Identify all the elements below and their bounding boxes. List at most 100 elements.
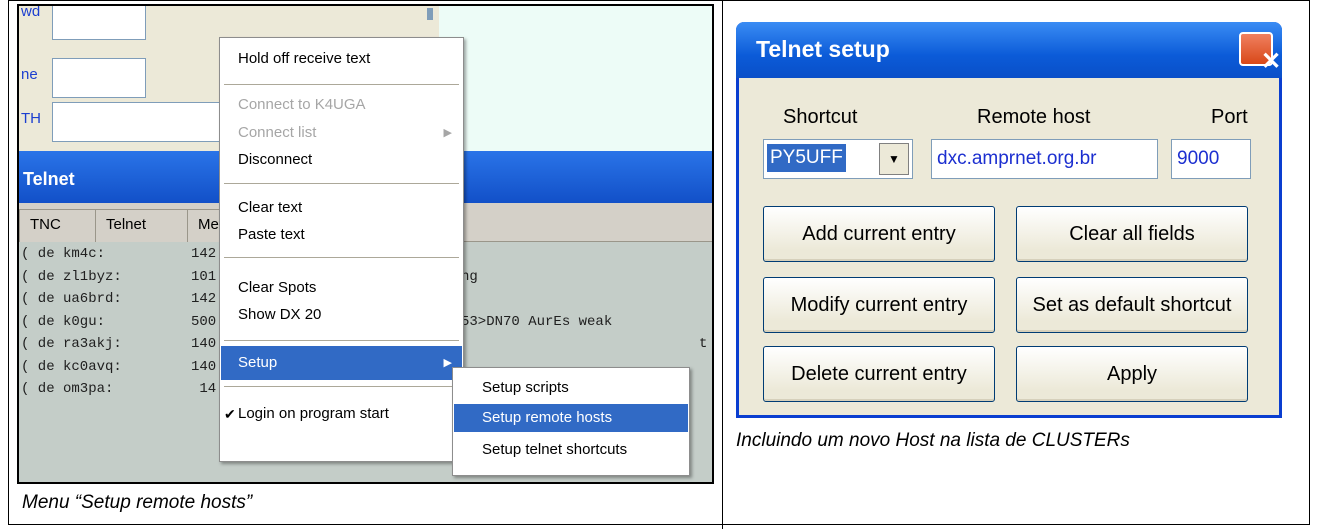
menu-item-label: Clear text — [238, 199, 303, 216]
submenu-item-label: Setup scripts — [482, 379, 569, 396]
field-name[interactable] — [52, 58, 146, 98]
terminal-row: ( de ra3akj: 140 — [21, 336, 216, 356]
shortcut-value: PY5UFF — [767, 144, 846, 172]
terminal-row: ( de ua6brd: 142 — [21, 291, 216, 311]
tab-more-label: Me — [198, 216, 219, 233]
apply-label: Apply — [1106, 363, 1158, 385]
chevron-down-icon: ▼ — [888, 152, 900, 166]
form-label-wd: wd — [21, 4, 41, 20]
submenu-item-scripts[interactable]: Setup scripts — [454, 374, 688, 402]
menu-item-label: Login on program start — [238, 405, 389, 422]
menu-separator — [224, 386, 459, 387]
spot-call: ( de om3pa: — [21, 381, 114, 397]
spot-freq: 142 — [191, 291, 217, 307]
port-field[interactable]: 9000 — [1171, 139, 1251, 179]
menu-item-clear-text[interactable]: Clear text — [221, 195, 462, 221]
submenu-arrow-icon: ▶ — [443, 357, 452, 369]
scroll-marker — [427, 8, 433, 20]
menu-item-label: Connect to K4UGA — [238, 96, 366, 113]
menu-separator — [224, 84, 459, 85]
menu-item-label: Disconnect — [238, 151, 313, 168]
apply-button[interactable]: Apply — [1016, 346, 1248, 402]
spot-freq: 14 — [191, 381, 217, 397]
spot-freq: 500 — [191, 314, 217, 330]
panel-divider — [722, 0, 723, 529]
menu-item-login[interactable]: ✔ Login on program start — [221, 401, 462, 427]
clear-fields-label: Clear all fields — [1069, 223, 1195, 245]
tab-tnc[interactable]: TNC — [19, 209, 96, 242]
terminal-row: ( de zl1byz: 101 ng — [21, 269, 478, 289]
spot-freq: 140 — [191, 359, 217, 375]
tab-tnc-label: TNC — [30, 216, 61, 233]
spot-freq: 142 — [191, 246, 217, 262]
menu-item-clear-spots[interactable]: Clear Spots — [221, 275, 462, 301]
spot-freq: 101 — [191, 269, 217, 285]
menu-item-show-dx[interactable]: Show DX 20 — [221, 302, 462, 328]
spot-call: ( de km4c: — [21, 246, 106, 262]
spot-freq: 140 — [191, 336, 217, 352]
field-qth[interactable] — [52, 102, 224, 142]
submenu-item-telnet-shortcuts[interactable]: Setup telnet shortcuts — [454, 436, 688, 464]
submenu-item-label: Setup telnet shortcuts — [482, 441, 628, 458]
menu-item-disconnect[interactable]: Disconnect — [221, 147, 462, 173]
port-label: Port — [1211, 106, 1248, 128]
form-label-qth: TH — [21, 110, 41, 127]
delete-entry-button[interactable]: Delete current entry — [763, 346, 995, 402]
menu-separator — [224, 183, 459, 184]
terminal-row: ( de kc0avq: 140 — [21, 359, 216, 379]
left-caption: Menu “Setup remote hosts” — [22, 492, 253, 513]
remote-host-field[interactable]: dxc.amprnet.org.br — [931, 139, 1158, 179]
setup-submenu: Setup scripts Setup remote hosts Setup t… — [452, 367, 690, 476]
remote-host-value: dxc.amprnet.org.br — [937, 148, 1097, 169]
terminal-row: ( de km4c: 142 — [21, 246, 216, 266]
port-value: 9000 — [1177, 148, 1220, 169]
clear-fields-button[interactable]: Clear all fields — [1016, 206, 1248, 262]
tab-telnet[interactable]: Telnet — [95, 209, 190, 242]
menu-item-label: Setup — [238, 354, 278, 371]
menu-item-label: Connect list — [238, 124, 317, 141]
notes-area[interactable] — [439, 6, 712, 151]
menu-item-setup[interactable]: Setup ▶ — [221, 346, 462, 380]
telnet-title: Telnet — [23, 169, 75, 189]
terminal-row: ( de k0gu: 500 53>DN70 AurEs weak — [21, 314, 612, 334]
submenu-item-label: Setup remote hosts — [482, 409, 613, 426]
field-wd[interactable] — [52, 6, 146, 40]
shortcut-combobox[interactable]: PY5UFF ▼ — [763, 139, 913, 179]
close-button[interactable]: ✕ — [1239, 32, 1281, 75]
spot-call: ( de ua6brd: — [21, 291, 122, 307]
dropdown-button[interactable]: ▼ — [879, 143, 909, 175]
tab-telnet-label: Telnet — [106, 216, 147, 233]
menu-item-label: Show DX 20 — [238, 306, 322, 323]
dialog-titlebar: Telnet setup ✕ — [736, 22, 1282, 78]
modify-entry-label: Modify current entry — [790, 294, 968, 316]
form-label-name: ne — [21, 66, 38, 83]
remote-host-label: Remote host — [977, 106, 1091, 128]
menu-item-label: Clear Spots — [238, 279, 317, 296]
modify-entry-button[interactable]: Modify current entry — [763, 277, 995, 333]
menu-item-hold-off[interactable]: Hold off receive text — [221, 46, 462, 72]
menu-item-connect-to[interactable]: Connect to K4UGA — [221, 92, 462, 118]
spot-comment: 53>DN70 AurEs weak — [461, 314, 613, 330]
shortcut-label: Shortcut — [783, 106, 858, 128]
submenu-item-remote-hosts[interactable]: Setup remote hosts — [454, 404, 688, 432]
menu-item-connect-list[interactable]: Connect list ▶ — [221, 120, 462, 146]
terminal-trailing-text: t — [699, 336, 708, 352]
spot-call: ( de ra3akj: — [21, 336, 122, 352]
dialog-title: Telnet setup — [756, 36, 890, 62]
submenu-arrow-icon: ▶ — [443, 127, 452, 139]
menu-item-label: Hold off receive text — [238, 50, 371, 67]
close-icon: ✕ — [1261, 48, 1282, 75]
menu-separator — [224, 340, 459, 341]
telnet-setup-dialog: Telnet setup ✕ Shortcut Remote host Port… — [736, 22, 1282, 418]
set-default-button[interactable]: Set as default shortcut — [1016, 277, 1248, 333]
menu-item-paste-text[interactable]: Paste text — [221, 222, 462, 248]
spot-call: ( de kc0avq: — [21, 359, 122, 375]
spot-call: ( de k0gu: — [21, 314, 106, 330]
menu-item-label: Paste text — [238, 226, 305, 243]
add-entry-label: Add current entry — [802, 223, 956, 245]
checkmark-icon: ✔ — [224, 406, 236, 422]
right-caption: Incluindo um novo Host na lista de CLUST… — [736, 430, 1130, 451]
add-entry-button[interactable]: Add current entry — [763, 206, 995, 262]
terminal-row: ( de om3pa: 14 — [21, 381, 216, 401]
spot-call: ( de zl1byz: — [21, 269, 122, 285]
